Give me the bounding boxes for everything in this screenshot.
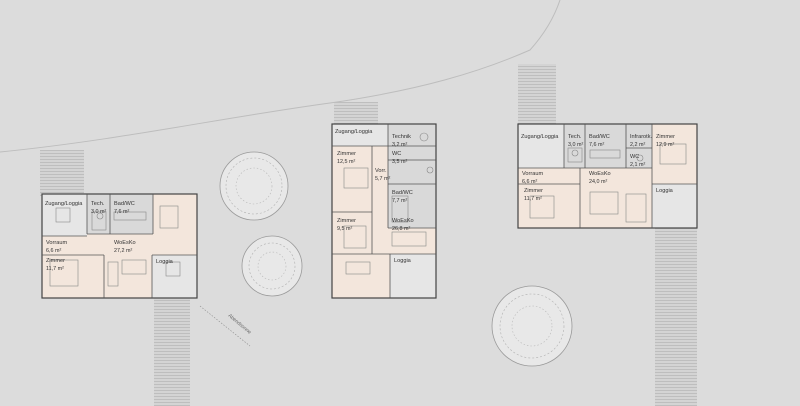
- room-area: 12,9 m²: [656, 142, 674, 148]
- room-name: Zugang/Loggia: [335, 129, 373, 135]
- building-middle: Zugang/Loggia Technik 3,2 m² Zimmer 12,5…: [331, 123, 437, 299]
- room-name: WoEsKo: [392, 218, 414, 224]
- room-name: Zimmer: [656, 134, 675, 140]
- tree-1: [219, 151, 289, 221]
- room-name: Zimmer: [337, 151, 356, 157]
- room-area: 7,7 m²: [392, 198, 407, 204]
- access-path-right-bottom: [655, 228, 697, 406]
- room-name: WoEsKo: [114, 240, 136, 246]
- room-name: Bad/WC: [589, 134, 610, 140]
- access-path-left-bottom: [154, 298, 190, 406]
- room-name: Bad/WC: [114, 201, 135, 207]
- room-area: 3,5 m²: [392, 159, 407, 165]
- room-name: Vorraum: [46, 240, 67, 246]
- room-name: Zugang/Loggia: [45, 201, 83, 207]
- room-name: Tech.: [91, 201, 105, 207]
- room-name: Zimmer: [46, 258, 65, 264]
- room-name: Tech.: [568, 134, 582, 140]
- room-area: 11,7 m²: [46, 266, 64, 272]
- room-area: 2,1 m²: [630, 162, 645, 168]
- room-area: 7,6 m²: [589, 142, 604, 148]
- access-path-right-top: [518, 64, 556, 124]
- room-name: Zugang/Loggia: [521, 134, 559, 140]
- room-name: Loggia: [156, 259, 174, 265]
- room-area: 26,8 m²: [392, 226, 410, 232]
- site-plan: Abendsonne Zugang/Loggia Tech. 3,0 m² Ba…: [0, 0, 698, 406]
- room-area: 3,2 m²: [392, 142, 407, 148]
- room-name: WC: [392, 151, 401, 157]
- room-area: 3,0 m²: [568, 142, 583, 148]
- room-name: Zimmer: [524, 188, 543, 194]
- room-area: 11,7 m²: [524, 196, 542, 202]
- room-name: Vorraum: [522, 171, 543, 177]
- room-name: Loggia: [394, 258, 412, 264]
- tree-2: [241, 235, 303, 297]
- room-name: Infrarotk.: [630, 134, 653, 140]
- room-name: Zimmer: [337, 218, 356, 224]
- room-name: Vorr.: [375, 168, 387, 174]
- room-area: 12,5 m²: [337, 159, 355, 165]
- room-area: 5,7 m²: [375, 176, 390, 182]
- room-area: 27,2 m²: [114, 248, 132, 254]
- building-right: Zugang/Loggia Tech. 3,0 m² Bad/WC 7,6 m²…: [517, 123, 698, 229]
- room-name: Loggia: [656, 188, 674, 194]
- tree-3: [491, 285, 573, 367]
- terrain-line: [0, 0, 561, 153]
- building-left: Zugang/Loggia Tech. 3,0 m² Bad/WC 7,6 m²…: [41, 193, 198, 299]
- contour-label: Abendsonne: [227, 313, 253, 336]
- room-name: Bad/WC: [392, 190, 413, 196]
- room-area: 6,6 m²: [46, 248, 61, 254]
- room-name: WC: [630, 154, 639, 160]
- room-area: 7,6 m²: [114, 209, 129, 215]
- room-area: 2,2 m²: [630, 142, 645, 148]
- room-area: 9,5 m²: [337, 226, 352, 232]
- room-name: WoEsKo: [589, 171, 611, 177]
- room-name: Technik: [392, 134, 411, 140]
- access-path-left-top: [40, 150, 84, 196]
- room-area: 24,0 m²: [589, 179, 607, 185]
- access-path-middle-top: [334, 102, 378, 124]
- room-area: 3,0 m²: [91, 209, 106, 215]
- room-area: 6,6 m²: [522, 179, 537, 185]
